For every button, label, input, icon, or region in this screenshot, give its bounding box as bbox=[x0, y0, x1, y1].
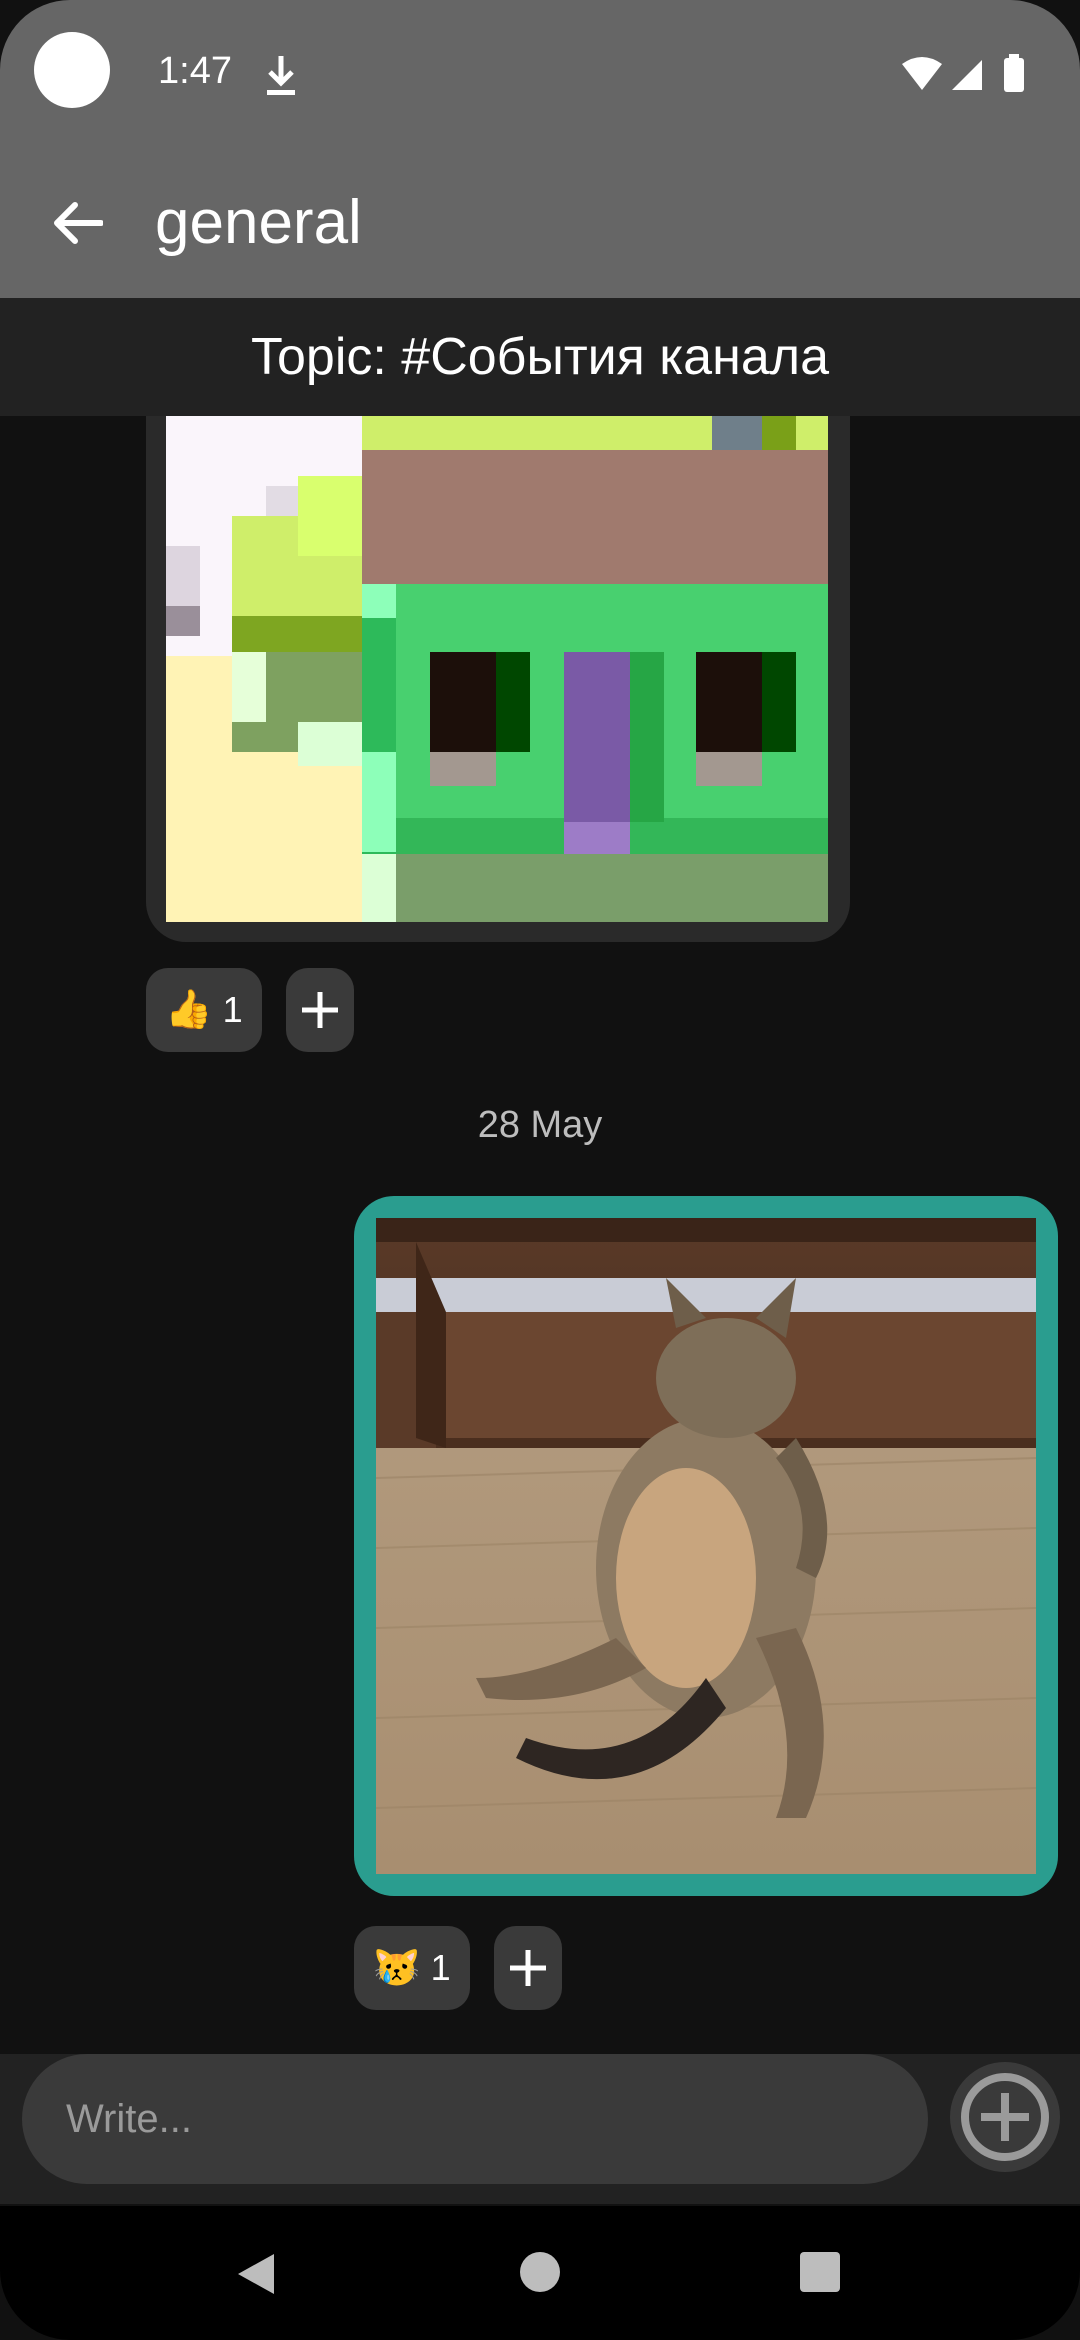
arrow-left-icon bbox=[54, 202, 103, 244]
back-button[interactable] bbox=[40, 186, 114, 260]
system-nav-bar bbox=[0, 2206, 1080, 2340]
system-status-icons bbox=[902, 54, 1024, 92]
crying-cat-emoji: 😿 bbox=[373, 1947, 421, 1989]
signal-icon bbox=[952, 60, 982, 90]
camera-cutout bbox=[34, 32, 110, 108]
reaction-count: 1 bbox=[430, 1947, 451, 1988]
message-feed[interactable]: 👍 1 28 May 😿 1 bbox=[0, 416, 1080, 2054]
pixel-art-image[interactable] bbox=[166, 416, 828, 922]
message-image-bubble-own[interactable] bbox=[354, 1196, 1058, 1896]
date-separator: 28 May bbox=[477, 1104, 603, 1146]
channel-title: general bbox=[155, 188, 362, 257]
wifi-icon bbox=[902, 57, 942, 90]
nav-back-icon[interactable] bbox=[236, 2252, 276, 2296]
message-composer bbox=[0, 2054, 1080, 2204]
add-reaction-button[interactable] bbox=[494, 1926, 562, 2010]
plus-icon bbox=[510, 1950, 546, 1986]
thumbs-up-emoji: 👍 bbox=[165, 989, 213, 1031]
reaction-chip[interactable]: 😿 1 bbox=[354, 1926, 470, 2010]
nav-recents-icon[interactable] bbox=[800, 2252, 840, 2292]
status-bar: 1:47 bbox=[0, 0, 1080, 148]
download-icon bbox=[267, 56, 295, 95]
message-input[interactable] bbox=[22, 2054, 928, 2184]
topic-label: Topic: #События канала bbox=[250, 328, 830, 386]
attach-button[interactable] bbox=[950, 2062, 1060, 2172]
cat-photo-image[interactable] bbox=[376, 1218, 1036, 1874]
add-reaction-button[interactable] bbox=[286, 968, 354, 1052]
reaction-count: 1 bbox=[222, 989, 243, 1030]
app-bar: general bbox=[0, 148, 1080, 298]
message-image-bubble[interactable] bbox=[146, 416, 850, 942]
plus-circle-icon bbox=[961, 2073, 1049, 2161]
nav-home-icon[interactable] bbox=[520, 2252, 560, 2292]
plus-icon bbox=[302, 992, 338, 1028]
battery-icon bbox=[1004, 58, 1024, 92]
reaction-chip[interactable]: 👍 1 bbox=[146, 968, 262, 1052]
topic-bar[interactable]: Topic: #События канала bbox=[0, 298, 1080, 416]
status-time: 1:47 bbox=[158, 50, 232, 92]
